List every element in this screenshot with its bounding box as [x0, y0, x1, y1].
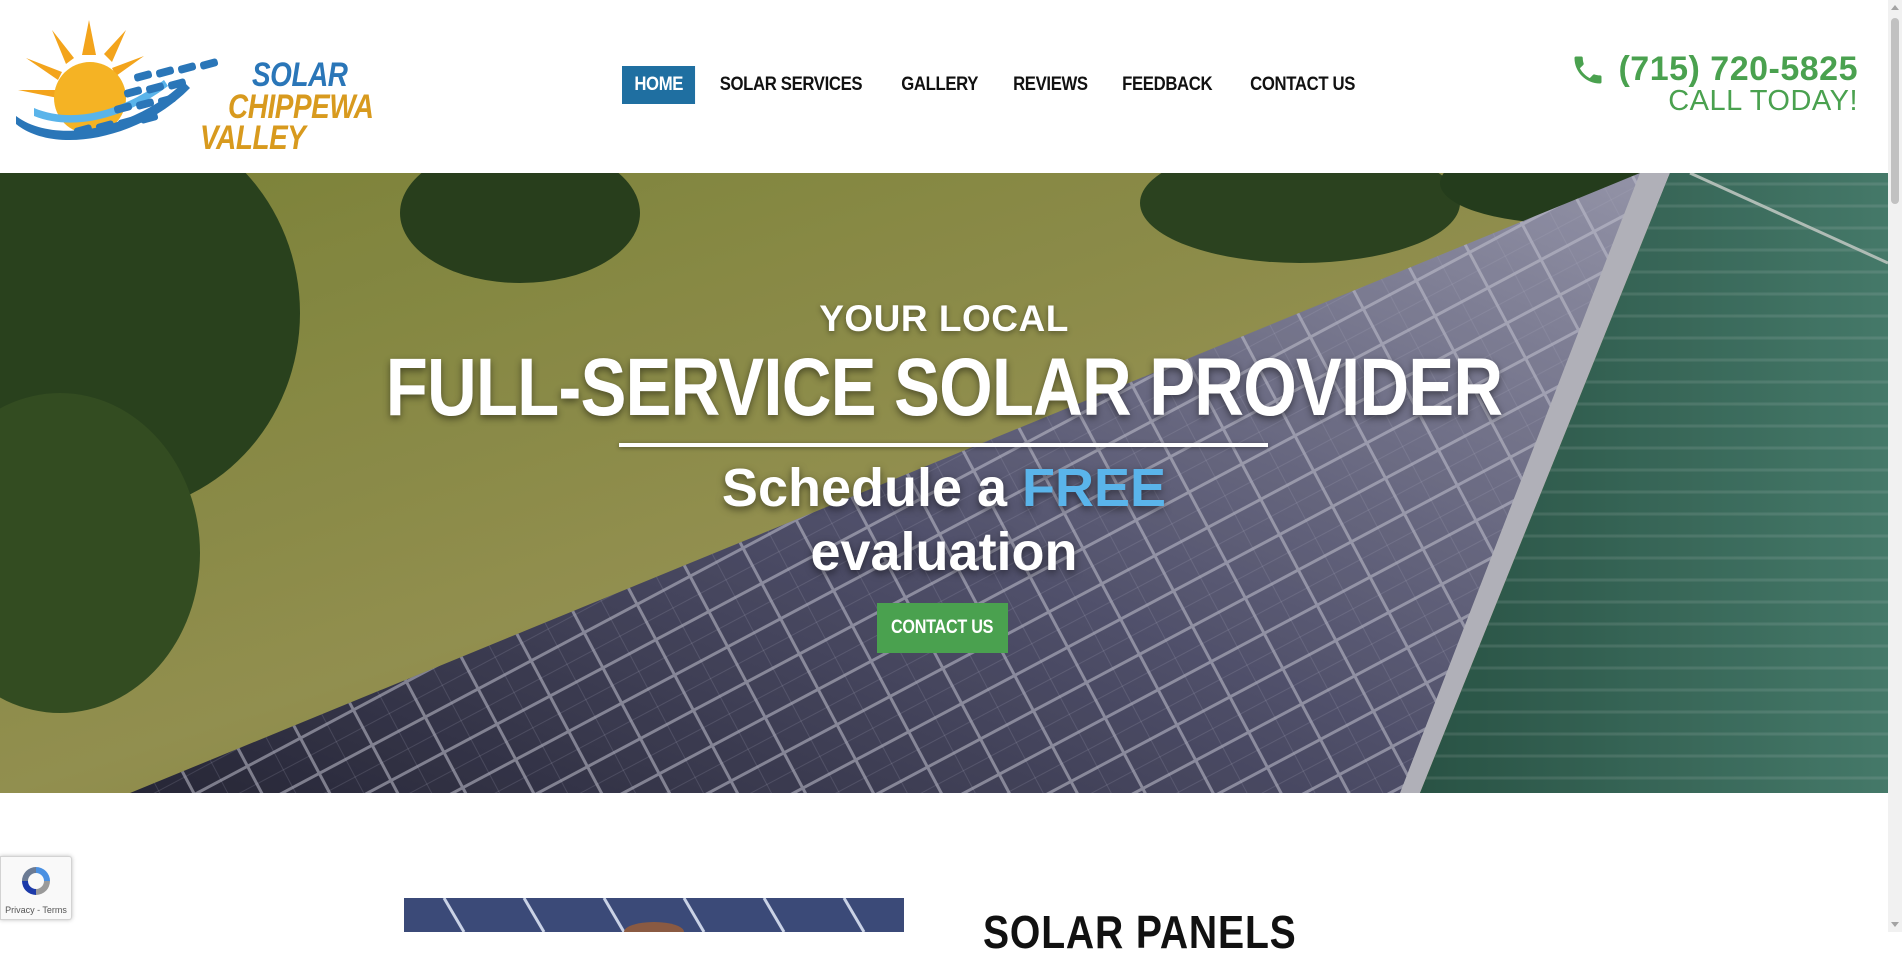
hero-content: YOUR LOCAL FULL-SERVICE SOLAR PROVIDER S… — [0, 173, 1888, 793]
nav-solar-services[interactable]: SOLAR SERVICES — [708, 66, 875, 104]
scroll-thumb[interactable] — [1891, 18, 1899, 204]
section-heading-solar-panels: SOLAR PANELS — [983, 906, 1297, 958]
hero-divider — [619, 443, 1268, 447]
hero-banner: YOUR LOCAL FULL-SERVICE SOLAR PROVIDER S… — [0, 173, 1888, 793]
phone-cta: CALL TODAY! — [1668, 85, 1858, 117]
phone-number[interactable]: (715) 720-5825 — [1618, 50, 1858, 89]
hero-contact-button[interactable]: CONTACT US — [877, 603, 1008, 653]
site-logo[interactable]: SOLAR CHIPPEWA VALLEY — [14, 20, 374, 157]
recaptcha-icon — [22, 867, 50, 895]
hero-eyebrow: YOUR LOCAL — [819, 298, 1069, 339]
logo-text-valley: VALLEY — [200, 119, 306, 157]
main-nav: HOME SOLAR SERVICES GALLERY REVIEWS FEED… — [617, 66, 1372, 104]
nav-home[interactable]: HOME — [622, 66, 696, 104]
nav-reviews[interactable]: REVIEWS — [1000, 66, 1099, 104]
phone-row: (715) 720-5825 — [1570, 50, 1858, 89]
recaptcha-badge[interactable]: Privacy - Terms — [0, 856, 72, 920]
page-scrollbar[interactable] — [1888, 0, 1902, 932]
hero-title: FULL-SERVICE SOLAR PROVIDER — [385, 342, 1503, 433]
site-header: SOLAR CHIPPEWA VALLEY HOME SOLAR SERVICE… — [0, 0, 1888, 173]
phone-block[interactable]: (715) 720-5825 CALL TODAY! — [1570, 50, 1858, 118]
hero-subtitle: Schedule a FREE evaluation — [0, 456, 1888, 584]
nav-feedback[interactable]: FEEDBACK — [1110, 66, 1225, 104]
scroll-up-icon[interactable] — [1891, 5, 1899, 10]
scroll-down-icon[interactable] — [1891, 922, 1899, 927]
hero-subtitle-part1: Schedule a — [721, 458, 1023, 518]
nav-gallery[interactable]: GALLERY — [889, 66, 990, 104]
phone-icon — [1574, 56, 1602, 83]
hero-contact-button-label: CONTACT US — [891, 617, 994, 638]
nav-contact-us[interactable]: CONTACT US — [1238, 66, 1367, 104]
solar-panels-photo-image — [404, 898, 904, 932]
solar-panels-photo — [404, 898, 904, 932]
hero-subtitle-accent: FREE — [1022, 458, 1167, 518]
recaptcha-links[interactable]: Privacy - Terms — [1, 905, 71, 915]
hero-subtitle-part2: evaluation — [810, 522, 1078, 582]
